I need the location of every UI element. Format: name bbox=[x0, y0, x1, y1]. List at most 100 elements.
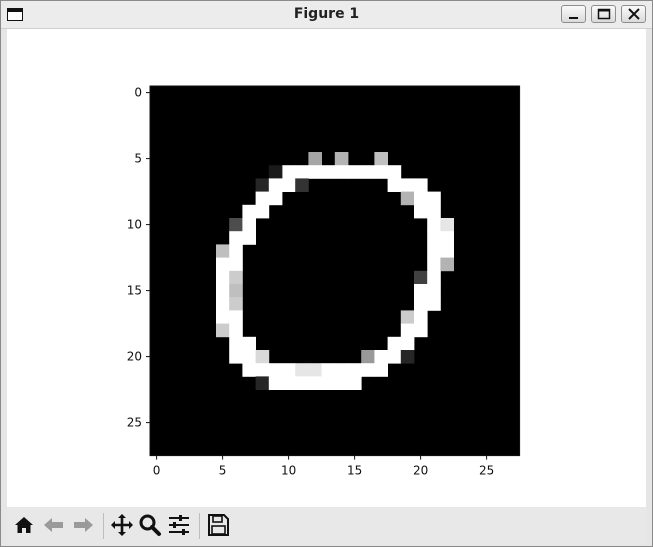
image-pixel bbox=[216, 297, 230, 311]
x-tick-label: 20 bbox=[413, 464, 428, 478]
image-pixel bbox=[255, 350, 270, 364]
image-pixel bbox=[268, 363, 283, 377]
image-pixel bbox=[229, 323, 243, 338]
back-button[interactable] bbox=[42, 513, 66, 537]
image-pixel bbox=[308, 165, 322, 179]
minimize-icon bbox=[569, 17, 578, 19]
x-tick-label: 15 bbox=[347, 464, 362, 478]
image-pixel bbox=[348, 165, 362, 179]
image-pixel bbox=[400, 323, 415, 338]
x-tick-label: 5 bbox=[219, 464, 227, 478]
image-pixel bbox=[268, 191, 283, 206]
image-pixel bbox=[387, 165, 402, 179]
window-title: Figure 1 bbox=[293, 6, 360, 22]
image-pixel bbox=[427, 191, 441, 206]
image-pixel bbox=[255, 363, 270, 377]
close-button[interactable] bbox=[621, 5, 646, 23]
back-arrow-icon bbox=[44, 518, 63, 532]
image-pixel bbox=[295, 165, 309, 179]
toolbar-separator bbox=[103, 513, 104, 539]
image-pixel bbox=[440, 257, 454, 272]
image-pixel bbox=[334, 152, 349, 166]
maximize-button[interactable] bbox=[591, 5, 616, 23]
image-pixel bbox=[427, 257, 441, 272]
image-pixel bbox=[427, 297, 441, 311]
image-pixel bbox=[414, 297, 428, 311]
image-pixel bbox=[427, 270, 441, 285]
image-pixel bbox=[282, 165, 296, 179]
image-pixel bbox=[414, 284, 428, 298]
image-pixel bbox=[255, 178, 270, 192]
image-pixel bbox=[308, 376, 322, 390]
image-pixel bbox=[427, 284, 441, 298]
image-pixel bbox=[242, 350, 256, 364]
image-pixel bbox=[361, 363, 375, 377]
figure-window: Figure 1 0 5 10 15 20 25 0 5 10 15 20 25 bbox=[0, 0, 653, 547]
y-tick-label: 25 bbox=[127, 416, 142, 430]
image-pixel bbox=[268, 165, 283, 179]
image-pixel bbox=[400, 336, 415, 351]
y-tick-label: 15 bbox=[127, 284, 142, 298]
minimize-button[interactable] bbox=[561, 5, 586, 23]
image-pixel bbox=[427, 204, 441, 219]
image-pixel bbox=[440, 231, 454, 245]
image-pixel bbox=[414, 178, 428, 192]
image-pixel bbox=[414, 310, 428, 324]
save-button[interactable] bbox=[206, 513, 230, 537]
title-bar[interactable]: Figure 1 bbox=[1, 1, 652, 29]
image-pixel bbox=[321, 165, 336, 179]
pan-button[interactable] bbox=[110, 513, 134, 537]
forward-button[interactable] bbox=[71, 513, 95, 537]
save-floppy-icon bbox=[208, 514, 229, 536]
image-pixel bbox=[229, 310, 243, 324]
image-pixel bbox=[216, 284, 230, 298]
image-pixel bbox=[229, 350, 243, 364]
image-pixel bbox=[334, 376, 349, 390]
image-pixel bbox=[216, 310, 230, 324]
image-pixel bbox=[282, 363, 296, 377]
image-pixel bbox=[321, 376, 336, 390]
configure-subplots-button[interactable] bbox=[167, 513, 191, 537]
pan-move-icon bbox=[111, 514, 133, 536]
image-pixel bbox=[216, 244, 230, 258]
image-pixel bbox=[374, 165, 388, 179]
image-pixel bbox=[414, 323, 428, 338]
image-background bbox=[150, 86, 520, 456]
close-icon bbox=[628, 8, 640, 20]
image-pixel bbox=[229, 244, 243, 258]
image-pixel bbox=[308, 152, 322, 166]
home-button[interactable] bbox=[12, 513, 36, 537]
y-tick-label: 20 bbox=[127, 350, 142, 364]
image-pixel bbox=[229, 336, 243, 351]
image-pixel bbox=[282, 178, 296, 192]
zoom-magnifier-icon bbox=[139, 514, 161, 536]
image-pixel bbox=[374, 152, 388, 166]
y-tick-label: 5 bbox=[134, 152, 142, 166]
image-pixel bbox=[242, 218, 256, 232]
toolbar-separator bbox=[199, 513, 200, 539]
image-pixel bbox=[387, 178, 402, 192]
image-pixel bbox=[229, 270, 243, 285]
image-pixel bbox=[216, 257, 230, 272]
image-pixel bbox=[242, 363, 256, 377]
home-icon bbox=[15, 517, 33, 533]
image-pixel bbox=[229, 284, 243, 298]
figure-canvas[interactable]: 0 5 10 15 20 25 0 5 10 15 20 25 bbox=[7, 29, 646, 507]
zoom-button[interactable] bbox=[138, 513, 162, 537]
image-pixel bbox=[229, 218, 243, 232]
image-pixel bbox=[414, 204, 428, 219]
image-pixel bbox=[334, 363, 349, 377]
image-pixel bbox=[400, 350, 415, 364]
image-pixel bbox=[361, 350, 375, 364]
y-tick-label: 0 bbox=[134, 86, 142, 100]
configure-subplots-icon bbox=[169, 515, 189, 535]
image-pixel bbox=[427, 218, 441, 232]
image-pixel bbox=[387, 336, 402, 351]
image-pixel bbox=[229, 231, 243, 245]
image-pixel bbox=[242, 231, 256, 245]
image-pixel bbox=[348, 376, 362, 390]
image-pixel bbox=[308, 363, 322, 377]
image-pixel bbox=[387, 350, 402, 364]
image-pixel bbox=[295, 178, 309, 192]
image-pixel bbox=[400, 178, 415, 192]
